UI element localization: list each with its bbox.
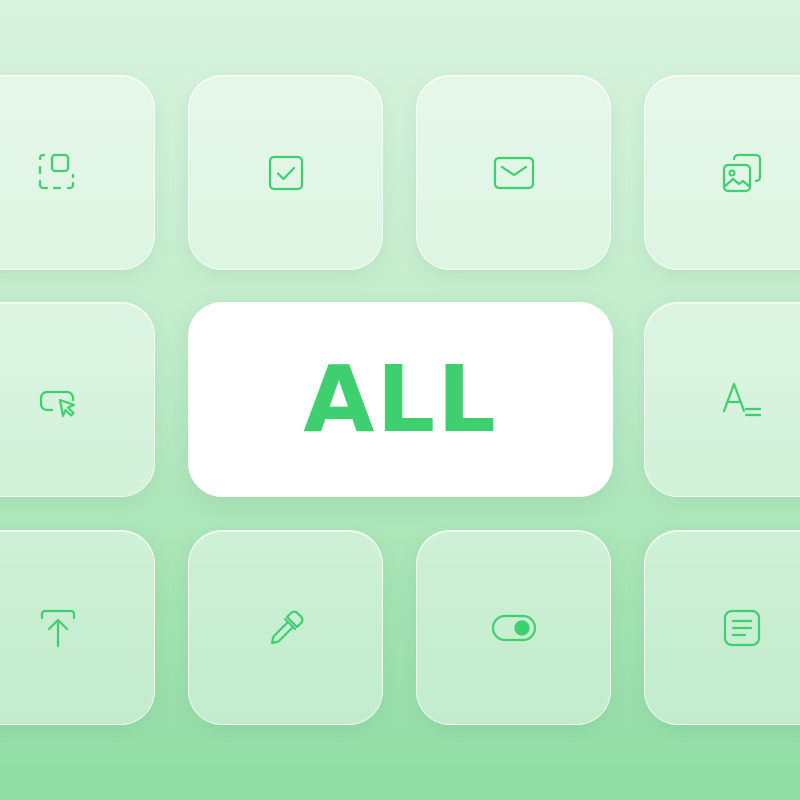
eyedropper-tile[interactable] [188,530,383,725]
toggle-tile[interactable] [416,530,611,725]
click-cursor-icon [39,390,75,417]
checkbox-icon [268,155,303,190]
toggle-icon [491,614,536,641]
text-style-icon [722,382,761,416]
document-icon [723,609,760,646]
upload-tile[interactable] [0,530,155,725]
gallery-icon [722,153,761,192]
checkbox-tile[interactable] [188,75,383,270]
gallery-tile[interactable] [644,75,800,270]
select-area-icon [38,153,74,189]
eyedropper-icon [270,610,303,644]
document-tile[interactable] [644,530,800,725]
mail-icon [493,156,534,189]
select-area-tile[interactable] [0,75,155,270]
mail-tile[interactable] [416,75,611,270]
all-filter-label: ALL [303,345,498,453]
click-cursor-tile[interactable] [0,302,155,497]
all-filter-button[interactable]: ALL [188,302,613,497]
text-style-tile[interactable] [644,302,800,497]
upload-icon [40,609,75,647]
